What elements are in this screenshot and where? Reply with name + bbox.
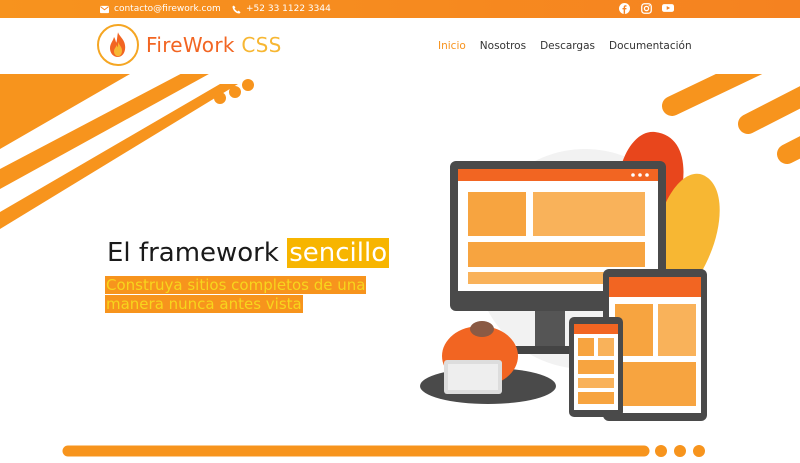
- youtube-icon: [662, 4, 674, 12]
- envelope-icon: [100, 5, 109, 13]
- decor-dot-left-2: [229, 86, 241, 98]
- contact-email-text: contacto@firework.com: [114, 4, 221, 14]
- decor-dot-bottom-2: [674, 445, 686, 457]
- decor-dot-bottom-1: [655, 445, 667, 457]
- decor-dot-left-3: [242, 79, 254, 91]
- decor-stripe-right-2: [738, 86, 800, 134]
- nav-item-descargas[interactable]: Descargas: [540, 39, 595, 53]
- youtube-link[interactable]: [662, 2, 674, 14]
- hero-section: El framework sencillo Construya sitios c…: [0, 74, 800, 463]
- hero-illustration: [420, 131, 720, 421]
- decor-dot-left-1: [214, 92, 226, 104]
- nav-item-documentacion[interactable]: Documentación: [609, 39, 692, 53]
- social-links: [618, 2, 674, 14]
- contact-phone[interactable]: +52 33 1122 3344: [232, 2, 331, 16]
- nav-item-nosotros[interactable]: Nosotros: [480, 39, 526, 53]
- brand-name[interactable]: FireWork CSS: [146, 33, 282, 57]
- flame-icon: [110, 32, 126, 57]
- hero-title: El framework sencillo: [107, 237, 390, 269]
- main-navbar: FireWork CSS Inicio Nosotros Descargas D…: [0, 18, 800, 74]
- hero-subtitle: Construya sitios completos de una manera…: [105, 276, 405, 314]
- brand-logo[interactable]: [97, 24, 139, 66]
- phone-icon: [232, 4, 241, 14]
- contact-phone-text: +52 33 1122 3344: [246, 4, 331, 14]
- contact-email[interactable]: contacto@firework.com: [100, 2, 221, 16]
- nav-menu: Inicio Nosotros Descargas Documentación: [438, 39, 692, 53]
- instagram-icon: [640, 2, 652, 14]
- page: contacto@firework.com +52 33 1122 3344 F…: [0, 0, 800, 463]
- brand-name-main: FireWork: [146, 33, 235, 57]
- brand-name-accent: CSS: [241, 33, 282, 57]
- facebook-link[interactable]: [618, 2, 630, 14]
- instagram-link[interactable]: [640, 2, 652, 14]
- facebook-icon: [618, 2, 630, 14]
- decor-dot-bottom-3: [693, 445, 705, 457]
- hero-subtitle-line1: Construya sitios completos de una: [105, 276, 367, 294]
- nav-item-inicio[interactable]: Inicio: [438, 39, 466, 53]
- decor-stripe-right-3: [777, 136, 800, 164]
- hero-title-highlight: sencillo: [287, 238, 390, 268]
- hero-title-prefix: El framework: [107, 238, 279, 268]
- hero-subtitle-line2: manera nunca antes vista: [105, 295, 303, 313]
- decor-stripe-right-1: [662, 74, 763, 116]
- top-bar: contacto@firework.com +52 33 1122 3344: [0, 0, 800, 18]
